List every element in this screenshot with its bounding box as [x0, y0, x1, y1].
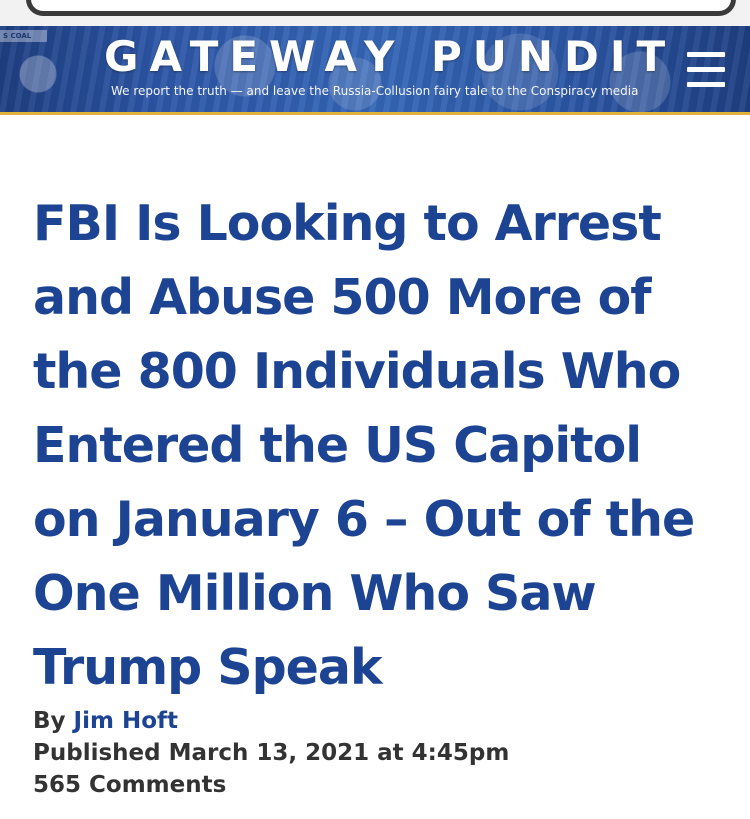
published-date: Published March 13, 2021 at 4:45pm	[33, 740, 510, 766]
byline: By Jim Hoft	[33, 705, 723, 737]
author-link[interactable]: Jim Hoft	[74, 708, 178, 734]
banner-underline	[0, 112, 750, 115]
comments-count[interactable]: 565 Comments	[33, 769, 723, 801]
hamburger-menu-icon[interactable]	[680, 48, 730, 92]
site-banner: S COAL GATEWAY PUNDIT We report the trut…	[0, 26, 750, 112]
browser-top-bar	[0, 0, 750, 27]
byline-label: By	[33, 708, 66, 734]
address-bar[interactable]	[26, 0, 736, 16]
article-headline: FBI Is Looking to Arrest and Abuse 500 M…	[33, 195, 695, 696]
site-logo[interactable]: GATEWAY PUNDIT	[104, 32, 665, 81]
article-meta: By Jim Hoft Published March 13, 2021 at …	[33, 705, 723, 801]
banner-sign: S COAL	[0, 30, 47, 42]
site-tagline: We report the truth — and leave the Russ…	[111, 84, 639, 98]
